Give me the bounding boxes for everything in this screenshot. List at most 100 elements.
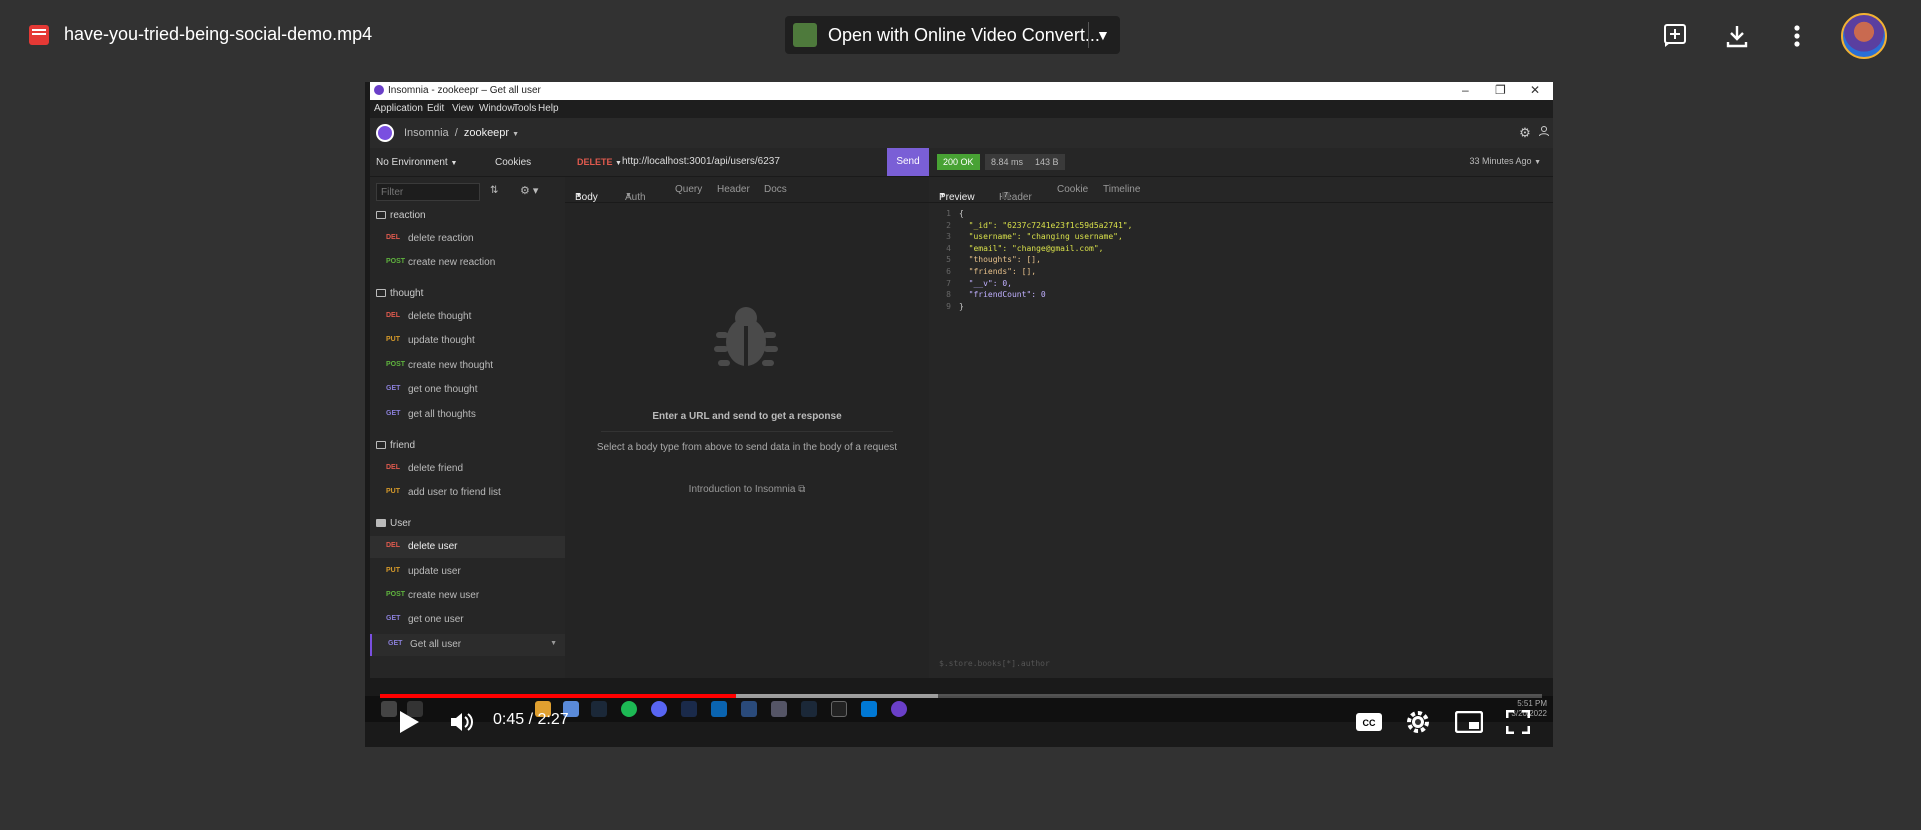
user-icon[interactable] xyxy=(1536,125,1552,141)
method-selector[interactable]: DELETE ▼ xyxy=(577,157,622,167)
tab-header[interactable]: Header xyxy=(717,184,750,195)
tab-timeline[interactable]: Timeline xyxy=(1103,184,1140,195)
response-status-bar: 200 OK 8.84 ms 143 B 33 Minutes Ago ▼ xyxy=(929,148,1553,177)
more-vert-icon[interactable] xyxy=(1783,22,1811,50)
code-line: 3 "username": "changing username", xyxy=(946,232,1123,242)
sidebar-request[interactable]: DEL delete user xyxy=(370,536,565,558)
breadcrumb-separator: / xyxy=(454,127,458,139)
folder-user[interactable]: User xyxy=(376,518,411,529)
video-progress-bar[interactable] xyxy=(380,694,1542,698)
open-with-button[interactable]: Open with Online Video Convert... ▼ xyxy=(785,16,1120,54)
miniplayer-icon[interactable] xyxy=(1454,710,1484,738)
request-tabs: Body ▼ Auth ▼ Query Header Docs xyxy=(565,176,929,203)
environment-selector[interactable]: No Environment ▼ xyxy=(376,157,457,168)
response-history-dropdown[interactable]: 33 Minutes Ago ▼ xyxy=(1470,156,1542,166)
sidebar-request[interactable]: POST create new thought xyxy=(370,355,565,377)
time-display: 0:45 / 2:27 xyxy=(493,711,569,728)
volume-icon[interactable] xyxy=(449,710,475,739)
sidebar-request[interactable]: DEL delete thought xyxy=(370,306,565,328)
open-with-divider xyxy=(1088,22,1089,48)
outlook-icon[interactable] xyxy=(711,701,727,717)
insomnia-taskbar-icon[interactable] xyxy=(891,701,907,717)
code-line: 9} xyxy=(946,301,964,311)
sidebar-request[interactable]: GET get one user xyxy=(370,609,565,631)
captions-icon[interactable]: CC xyxy=(1355,712,1383,737)
lightroom-icon[interactable] xyxy=(681,701,697,717)
chevron-down-icon[interactable]: ▼ xyxy=(1096,27,1110,43)
window-titlebar: Insomnia - zookeepr – Get all user – ❐ ✕ xyxy=(370,82,1553,100)
empty-state-title: Enter a URL and send to get a response xyxy=(652,411,842,422)
windows-start-icon[interactable] xyxy=(381,701,397,717)
sidebar-request[interactable]: PUT update user xyxy=(370,561,565,583)
sidebar-request[interactable]: PUT update thought xyxy=(370,330,565,352)
gear-icon[interactable]: ⚙ xyxy=(1517,125,1533,141)
open-with-label: Open with Online Video Convert... xyxy=(828,25,1100,45)
app-icon[interactable] xyxy=(771,701,787,717)
menu-help[interactable]: Help xyxy=(538,103,559,114)
folder-icon xyxy=(376,211,386,220)
response-body[interactable]: 1{ 2 "_id": "6237c7241e23f1c59d5a2741", … xyxy=(935,208,1132,312)
download-icon[interactable] xyxy=(1723,22,1751,50)
url-bar: DELETE ▼ http://localhost:3001/api/users… xyxy=(565,148,929,177)
breadcrumb-app[interactable]: Insomnia xyxy=(404,127,449,139)
sidebar-request[interactable]: GET get all thoughts xyxy=(370,404,565,426)
menu-view[interactable]: View xyxy=(452,103,474,114)
chevron-down-icon[interactable]: ▼ xyxy=(512,131,519,138)
code-line: 2 "_id": "6237c7241e23f1c59d5a2741", xyxy=(946,220,1133,230)
folder-friend[interactable]: friend xyxy=(376,440,415,451)
discord-icon[interactable] xyxy=(651,701,667,717)
minimize-icon[interactable]: – xyxy=(1462,83,1469,97)
close-icon[interactable]: ✕ xyxy=(1530,83,1540,97)
spotify-icon[interactable] xyxy=(621,701,637,717)
response-tabs: Preview ▼ Header 7 Cookie Timeline xyxy=(929,176,1553,203)
vscode-icon[interactable] xyxy=(861,701,877,717)
breadcrumb-project[interactable]: zookeepr xyxy=(464,127,509,139)
settings-gear-icon[interactable] xyxy=(1405,709,1431,740)
menu-window[interactable]: Window xyxy=(479,103,515,114)
sidebar-request[interactable]: DEL delete friend xyxy=(370,458,565,480)
response-filter-input[interactable]: $.store.books[*].author xyxy=(939,659,1050,668)
played-bar xyxy=(380,694,736,698)
sort-icon[interactable]: ⇅ xyxy=(490,185,498,196)
fullscreen-icon[interactable] xyxy=(1505,709,1531,739)
sidebar-request[interactable]: GET get one thought xyxy=(370,379,565,401)
terminal-icon[interactable] xyxy=(831,701,847,717)
sidebar-request-selected[interactable]: GET Get all user ▼ xyxy=(370,634,565,656)
app-icon[interactable] xyxy=(741,701,757,717)
sidebar-request[interactable]: POST create new user xyxy=(370,585,565,607)
tab-docs[interactable]: Docs xyxy=(764,184,787,195)
video-converter-app-icon xyxy=(793,23,817,47)
window-title: Insomnia - zookeepr – Get all user xyxy=(388,85,541,96)
send-button[interactable]: Send xyxy=(887,148,929,176)
steam-icon[interactable] xyxy=(591,701,607,717)
menu-edit[interactable]: Edit xyxy=(427,103,444,114)
steam-icon[interactable] xyxy=(801,701,817,717)
video-frame[interactable]: Insomnia - zookeepr – Get all user – ❐ ✕… xyxy=(365,82,1553,747)
menu-application[interactable]: Application xyxy=(374,103,423,114)
menu-tools[interactable]: Tools xyxy=(513,103,536,114)
chevron-down-icon[interactable]: ▼ xyxy=(550,640,557,647)
restore-icon[interactable]: ❐ xyxy=(1495,83,1506,97)
video-file-icon xyxy=(29,25,49,45)
sidebar-request[interactable]: PUT add user to friend list xyxy=(370,482,565,504)
cookies-button[interactable]: Cookies xyxy=(495,157,531,168)
url-input[interactable]: http://localhost:3001/api/users/6237 xyxy=(622,156,780,167)
code-line: 4 "email": "change@gmail.com", xyxy=(946,243,1104,253)
avatar[interactable] xyxy=(1841,13,1887,59)
response-pane: 200 OK 8.84 ms 143 B 33 Minutes Ago ▼ Pr… xyxy=(929,148,1553,678)
sidebar-request[interactable]: POST create new reaction xyxy=(370,252,565,274)
tab-cookie[interactable]: Cookie xyxy=(1057,184,1088,195)
add-shortcut-icon[interactable] xyxy=(1662,22,1690,50)
intro-link[interactable]: Introduction to Insomnia ⧉ xyxy=(565,484,929,495)
folder-thought[interactable]: thought xyxy=(376,288,423,299)
sidebar-request[interactable]: DEL delete reaction xyxy=(370,228,565,250)
play-button[interactable] xyxy=(398,710,420,739)
folder-icon xyxy=(376,441,386,450)
tab-query[interactable]: Query xyxy=(675,184,702,195)
folder-reaction[interactable]: reaction xyxy=(376,210,426,221)
filter-input[interactable] xyxy=(376,183,480,201)
code-line: 6 "friends": [], xyxy=(946,266,1037,276)
empty-state-description: Select a body type from above to send da… xyxy=(596,442,898,453)
settings-dropdown-icon[interactable]: ⚙ ▾ xyxy=(520,184,538,197)
folder-icon xyxy=(376,289,386,298)
